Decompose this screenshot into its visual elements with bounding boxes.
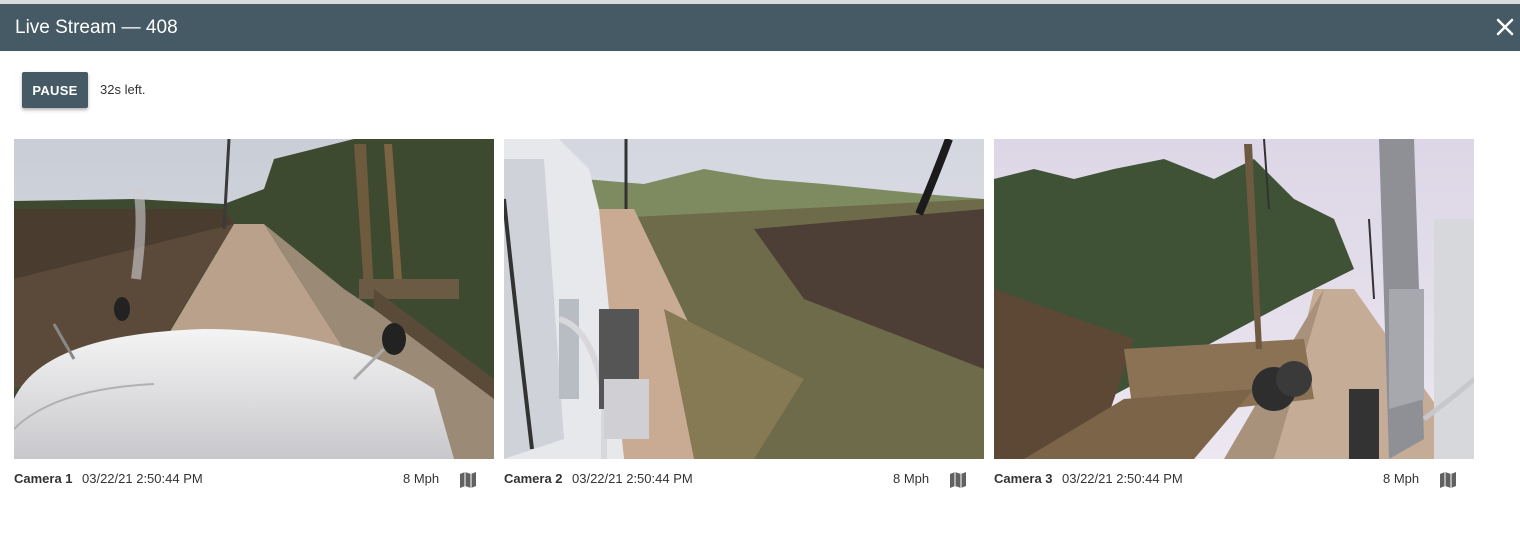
- camera-speed: 8 Mph: [1383, 471, 1420, 486]
- camera-panel-2: Camera 2 03/22/21 2:50:44 PM 8 Mph: [504, 139, 984, 499]
- camera-feed-1: [14, 139, 494, 459]
- camera-timestamp: 03/22/21 2:50:44 PM: [82, 471, 203, 486]
- close-icon[interactable]: [1494, 16, 1516, 38]
- camera-panel-1: Camera 1 03/22/21 2:50:44 PM 8 Mph: [14, 139, 494, 499]
- dialog-header: Live Stream — 408: [0, 4, 1520, 51]
- camera-speed: 8 Mph: [403, 471, 440, 486]
- camera-name: Camera 3: [994, 471, 1053, 486]
- time-left-text: 32s left.: [100, 82, 146, 97]
- camera-timestamp: 03/22/21 2:50:44 PM: [572, 471, 693, 486]
- camera-feed-3: [994, 139, 1474, 459]
- camera-footer-1: Camera 1 03/22/21 2:50:44 PM 8 Mph: [14, 459, 494, 499]
- camera-panel-3: Camera 3 03/22/21 2:50:44 PM 8 Mph: [994, 139, 1474, 499]
- map-icon[interactable]: [949, 471, 967, 489]
- pause-button[interactable]: PAUSE: [22, 72, 88, 108]
- map-icon[interactable]: [459, 471, 477, 489]
- camera-footer-3: Camera 3 03/22/21 2:50:44 PM 8 Mph: [994, 459, 1474, 499]
- map-icon[interactable]: [1439, 471, 1457, 489]
- dialog-title: Live Stream — 408: [15, 17, 178, 38]
- camera-feed-2: [504, 139, 984, 459]
- camera-speed: 8 Mph: [893, 471, 930, 486]
- camera-name: Camera 1: [14, 471, 73, 486]
- camera-name: Camera 2: [504, 471, 563, 486]
- camera-timestamp: 03/22/21 2:50:44 PM: [1062, 471, 1183, 486]
- camera-footer-2: Camera 2 03/22/21 2:50:44 PM 8 Mph: [504, 459, 984, 499]
